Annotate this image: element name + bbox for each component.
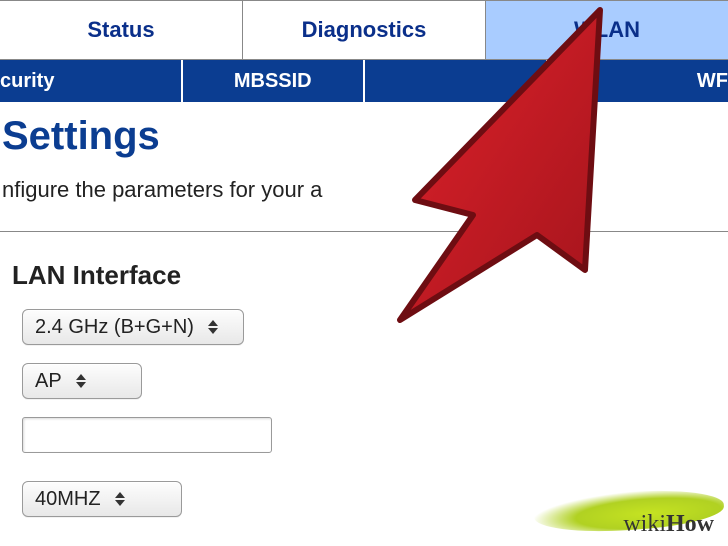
updown-icon — [115, 492, 125, 506]
mode-select-value: AP — [35, 370, 62, 393]
watermark-brand-a: wiki — [623, 511, 666, 537]
subtab-unknown[interactable] — [365, 60, 548, 102]
content-area: Settings nfigure the parameters for your… — [0, 114, 728, 517]
divider — [0, 231, 728, 232]
tab-status-label: Status — [87, 17, 154, 43]
section-title: LAN Interface — [12, 260, 728, 291]
tab-diagnostics[interactable]: Diagnostics — [243, 1, 486, 59]
watermark-brand-b: How — [666, 511, 714, 537]
page-title: Settings — [2, 114, 728, 159]
band-select-value: 2.4 GHz (B+G+N) — [35, 316, 194, 339]
updown-icon — [76, 374, 86, 388]
mode-select[interactable]: AP — [22, 363, 142, 399]
top-tabs: Status Diagnostics WLAN — [0, 0, 728, 60]
ssid-input[interactable] — [22, 417, 272, 453]
tab-wlan[interactable]: WLAN — [486, 1, 728, 59]
tab-status[interactable]: Status — [0, 1, 243, 59]
channel-width-select-value: 40MHZ — [35, 488, 101, 511]
subtab-security[interactable]: curity — [0, 60, 183, 102]
tab-wlan-label: WLAN — [574, 17, 640, 43]
subtab-wf-label: WF — [697, 70, 728, 93]
subtab-wf[interactable]: WF — [548, 60, 728, 102]
subtab-mbssid[interactable]: MBSSID — [183, 60, 366, 102]
watermark: wikiHow — [623, 511, 724, 546]
tab-diagnostics-label: Diagnostics — [302, 17, 427, 43]
subtab-security-label: curity — [0, 70, 54, 93]
page-description: nfigure the parameters for your a — [2, 177, 728, 203]
watermark-text: wikiHow — [623, 511, 724, 546]
band-select[interactable]: 2.4 GHz (B+G+N) — [22, 309, 244, 345]
updown-icon — [208, 320, 218, 334]
channel-width-select[interactable]: 40MHZ — [22, 481, 182, 517]
subtab-mbssid-label: MBSSID — [234, 70, 312, 93]
sub-tabs: curity MBSSID WF — [0, 60, 728, 108]
